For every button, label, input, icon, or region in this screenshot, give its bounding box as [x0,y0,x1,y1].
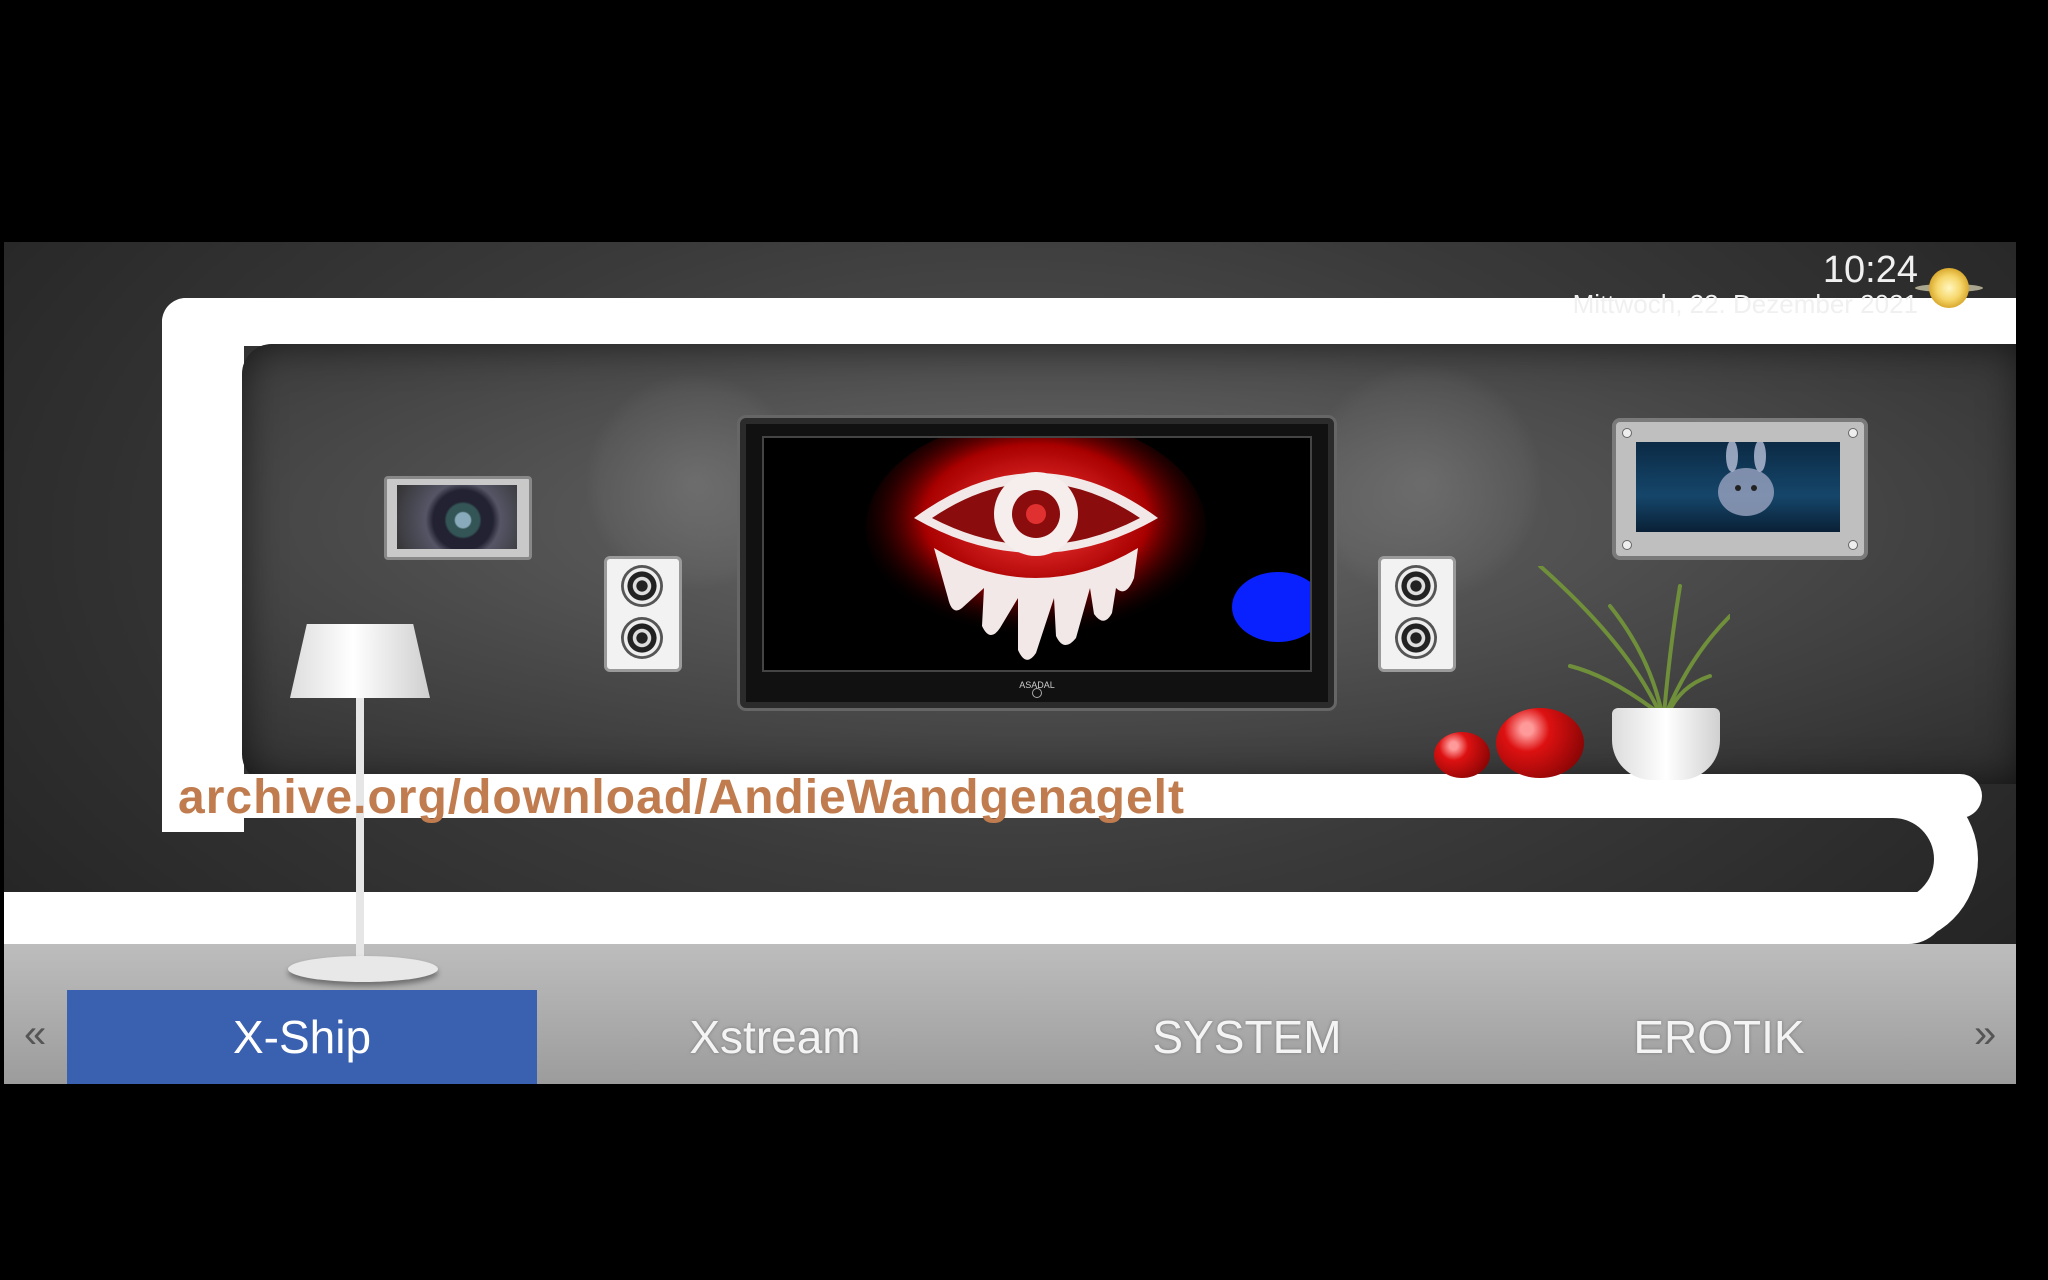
watermark-text: archive.org/download/AndieWandgenagelt [178,771,1185,824]
lamp-pole [356,698,364,964]
bleeding-eye-logo [866,438,1206,660]
speaker-cone [621,617,663,659]
speaker-cone [1395,617,1437,659]
speaker-left [604,556,682,672]
tv-power-led [1032,688,1042,698]
frame-band-bottom [4,892,1948,944]
frame-bolt [1848,540,1858,550]
frame-bolt [1848,428,1858,438]
eye-picture [397,485,517,549]
plant-decoration [1538,566,1730,716]
scroll-left-arrow[interactable]: « [24,1012,46,1057]
frame-bolt [1622,540,1632,550]
menu-item-xstream[interactable]: Xstream [540,990,1010,1084]
speaker-right [1378,556,1456,672]
bunny-mask-picture [1636,440,1840,532]
lamp-base [288,956,438,982]
menu-item-system[interactable]: SYSTEM [1012,990,1482,1084]
menu-item-label: X-Ship [232,1011,372,1063]
plant-pot [1612,708,1720,780]
menu-item-label: SYSTEM [1152,1011,1342,1063]
bunny-mask-image [1718,440,1774,516]
frame-bolt [1622,428,1632,438]
menu-item-label: Xstream [689,1011,861,1063]
menu-item-x-ship[interactable]: X-Ship [67,990,537,1084]
speaker-cone [1395,565,1437,607]
speaker-cone [621,565,663,607]
main-menu: « X-Ship Xstream SYSTEM EROTIK » [4,990,2016,1084]
clock-time: 10:24 [1822,249,1918,291]
scroll-right-arrow[interactable]: » [1974,1012,1996,1057]
tv-screen [762,436,1312,672]
menu-item-erotik[interactable]: EROTIK [1484,990,1954,1084]
menu-item-label: EROTIK [1633,1011,1805,1063]
lamp-shade [290,624,430,698]
picture-frame-right [1612,418,1868,560]
red-ball-decoration [1496,708,1584,778]
red-ball-decoration [1434,732,1490,778]
clock-widget: 10:24 Mittwoch, 22. Dezember 2021 [1573,250,1918,318]
clock-date: Mittwoch, 22. Dezember 2021 [1572,289,1918,319]
picture-frame-left [384,476,532,560]
frame-band-left [162,298,244,832]
sun-icon [1915,268,1983,308]
tv-preview[interactable]: ASADAL [740,418,1334,708]
